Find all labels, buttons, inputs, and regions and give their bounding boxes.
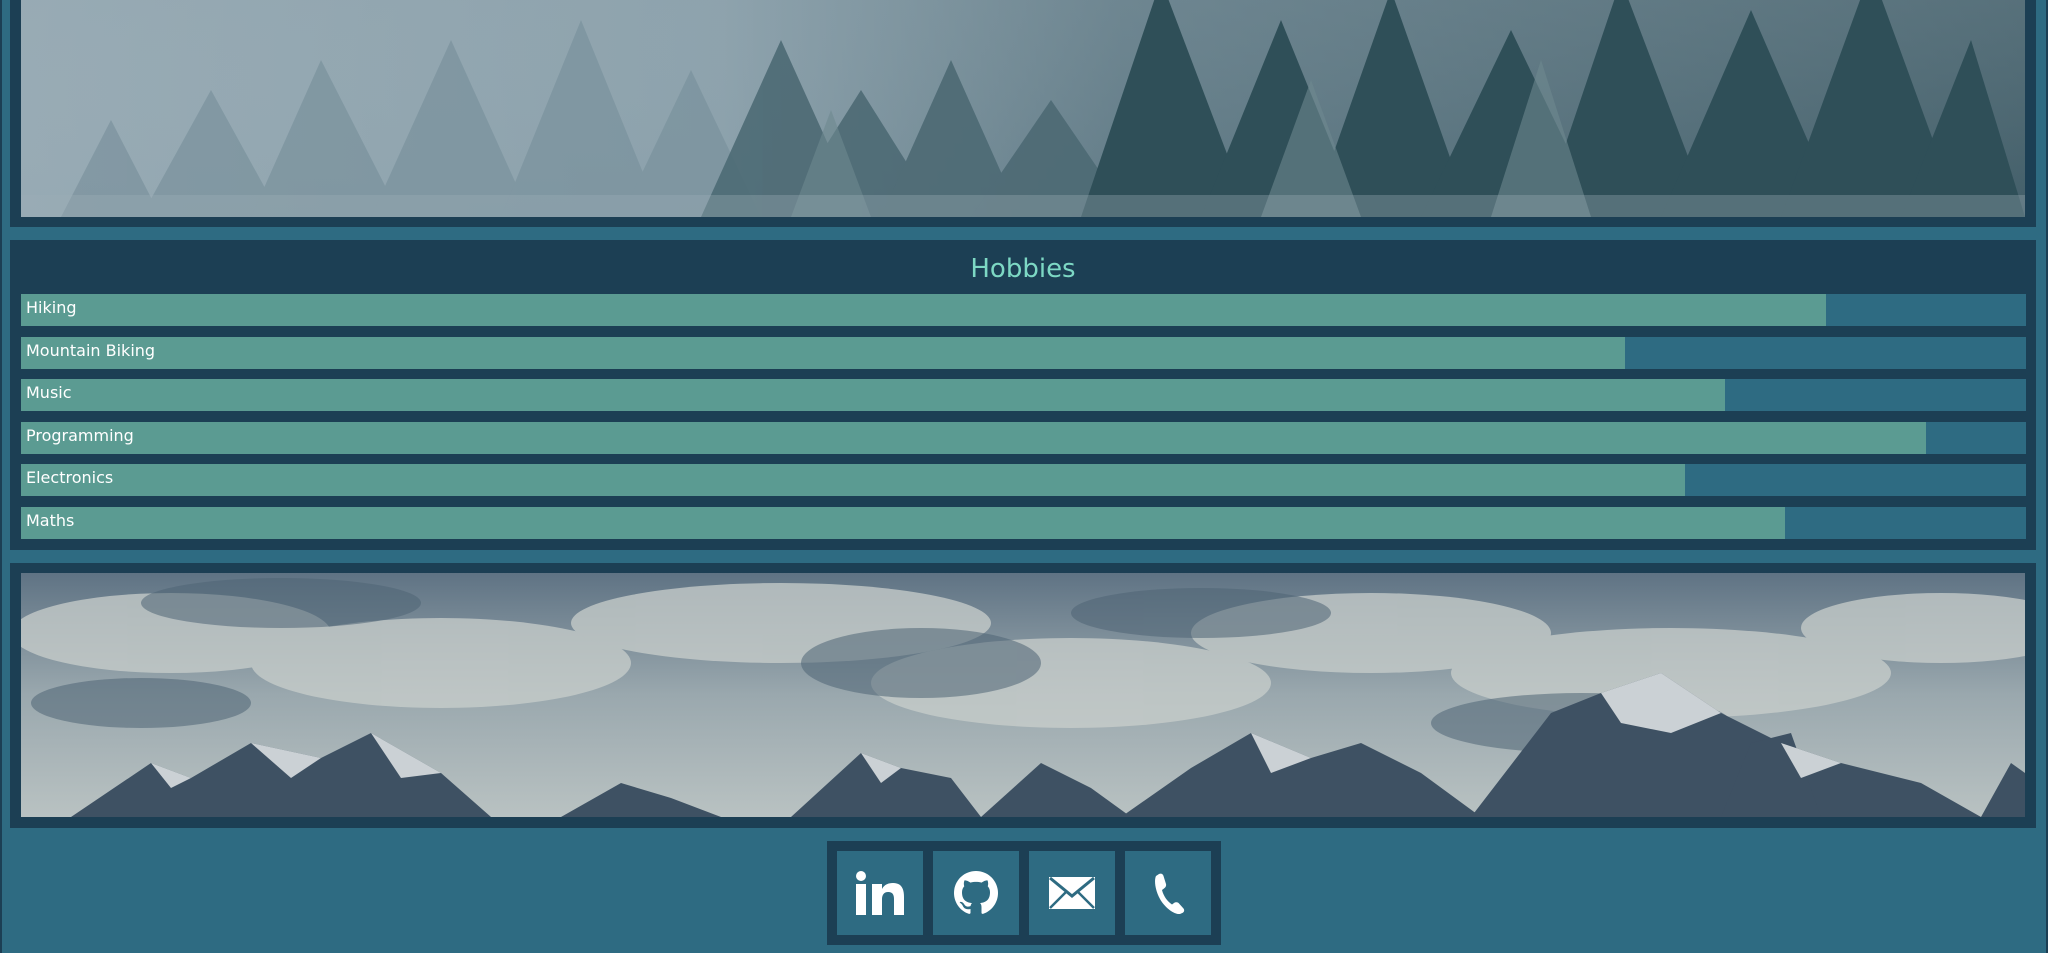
github-icon	[954, 871, 998, 914]
hobby-bar-label: Music	[26, 383, 72, 402]
github-button[interactable]	[933, 851, 1019, 935]
hobby-bar-fill	[21, 379, 1725, 411]
hobby-bar-fill	[21, 337, 1625, 369]
linkedin-button[interactable]	[837, 851, 923, 935]
hobby-bar-label: Electronics	[26, 468, 114, 487]
mountains-banner-panel	[10, 563, 2036, 828]
hobby-bar-fill	[21, 507, 1785, 539]
phone-button[interactable]	[1125, 851, 1211, 935]
linkedin-icon	[856, 871, 904, 915]
hobby-bar-track: Music	[21, 379, 2026, 411]
mail-icon	[1049, 877, 1095, 909]
forest-banner-image	[21, 0, 2025, 217]
hobby-bar-fill	[21, 422, 1926, 454]
hobby-bar-label: Hiking	[26, 298, 77, 317]
email-button[interactable]	[1029, 851, 1115, 935]
page: Hobbies Hiking Mountain Biking Music Progra…	[0, 0, 2048, 953]
hobby-bar-track: Hiking	[21, 294, 2026, 326]
mountains-banner-image	[21, 573, 2025, 817]
hobbies-panel: Hobbies Hiking Mountain Biking Music Progra…	[10, 240, 2036, 550]
hobbies-title: Hobbies	[970, 254, 1076, 284]
contact-links-bar	[827, 841, 1221, 945]
hobby-bar-track: Electronics	[21, 464, 2026, 496]
phone-icon	[1155, 873, 1185, 914]
hobby-bar-fill	[21, 464, 1685, 496]
hobby-bar-track: Mountain Biking	[21, 337, 2026, 369]
hobby-bar-track: Programming	[21, 422, 2026, 454]
hobby-bar-label: Programming	[26, 426, 134, 445]
page-edge-left	[0, 0, 2, 953]
forest-banner-panel	[10, 0, 2036, 227]
hobby-bar-fill	[21, 294, 1826, 326]
hobby-bar-label: Maths	[26, 511, 75, 530]
hobby-bar-track: Maths	[21, 507, 2026, 539]
hobby-bar-label: Mountain Biking	[26, 341, 156, 360]
